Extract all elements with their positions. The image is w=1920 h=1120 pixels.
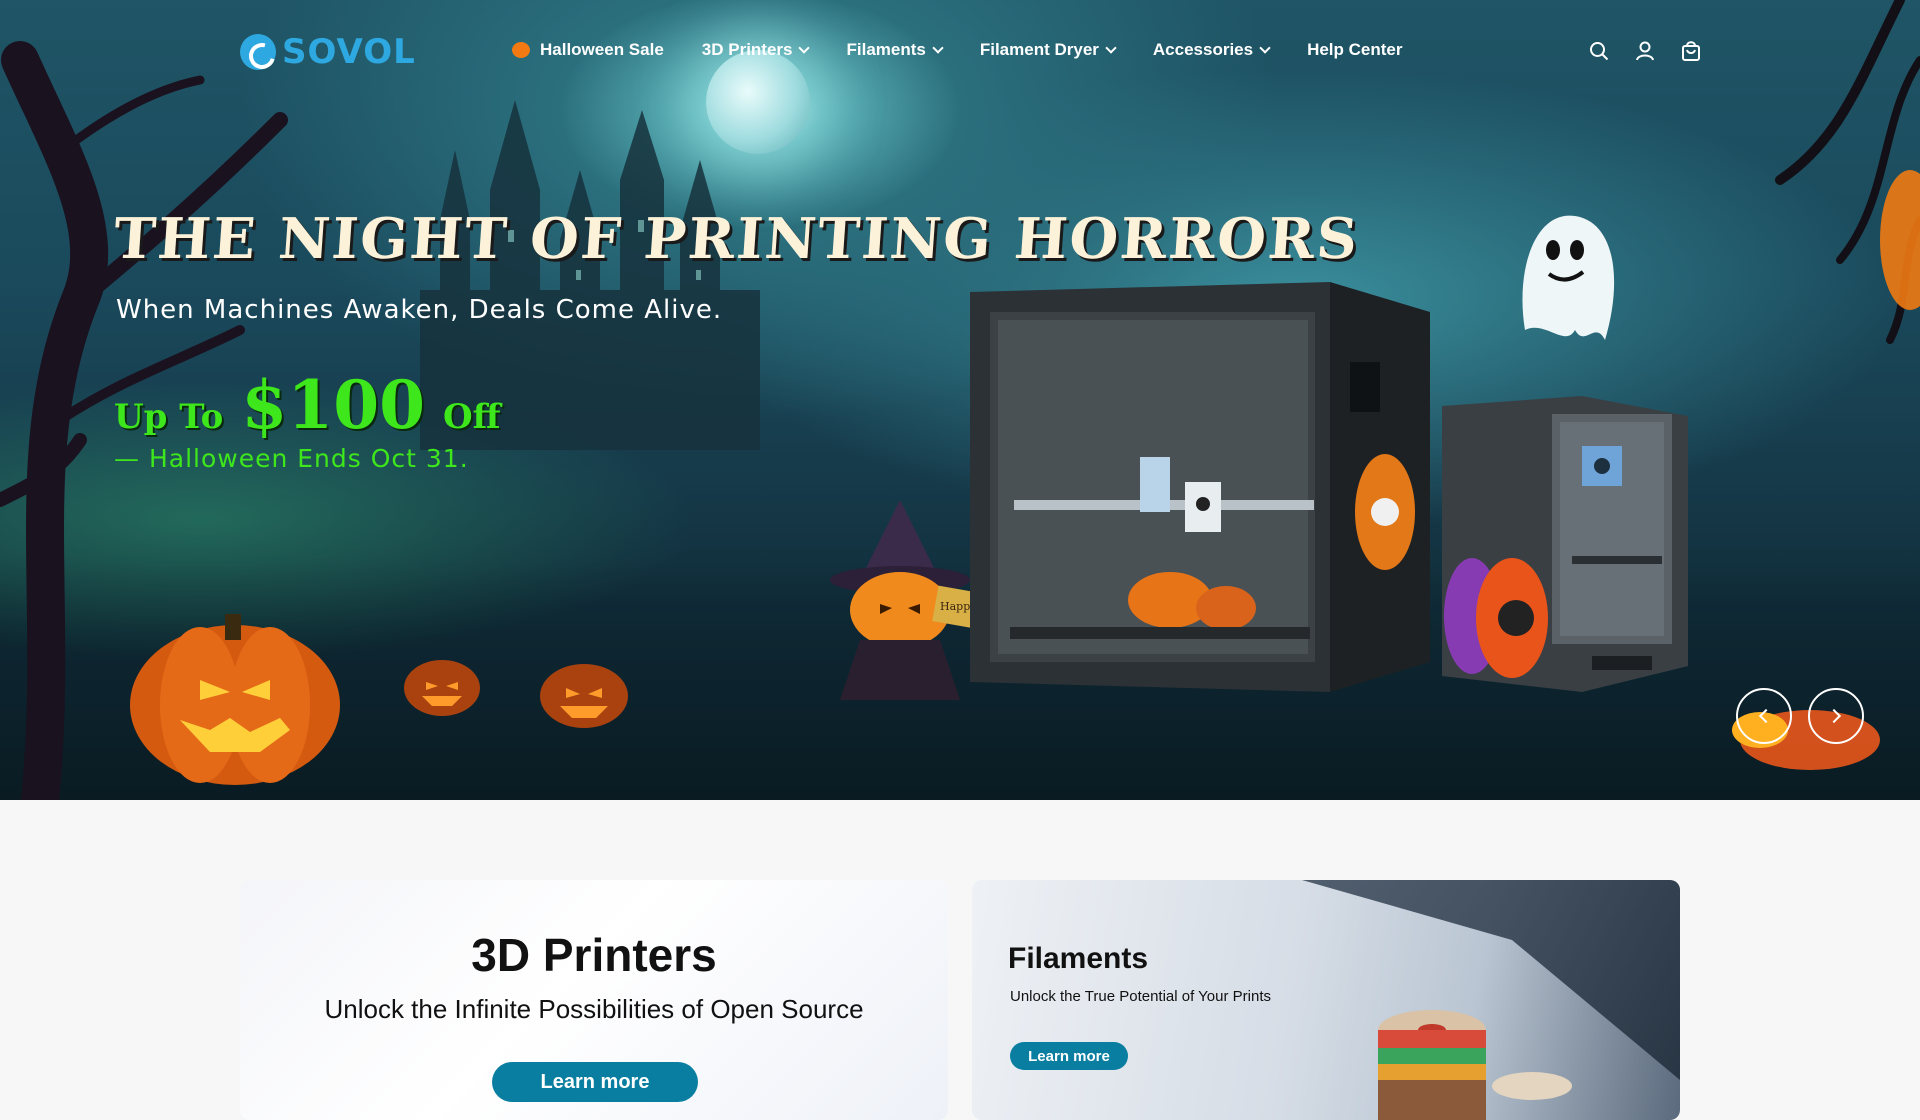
filament-spools-image xyxy=(1378,1010,1572,1120)
brand-name: SOVOL xyxy=(282,32,416,72)
pumpkin-icon xyxy=(512,42,530,58)
nav-label: 3D Printers xyxy=(701,40,793,59)
brand-logo[interactable]: SOVOL xyxy=(240,32,416,72)
promo-suffix: Off xyxy=(443,397,501,437)
promo-amount: $100 xyxy=(241,366,426,444)
category-card-3d-printers[interactable]: 3D Printers Unlock the Infinite Possibil… xyxy=(240,880,948,1120)
nav-label: Help Center xyxy=(1307,40,1403,59)
logo-mark-icon xyxy=(240,34,276,70)
chevron-down-icon xyxy=(1259,42,1271,54)
nav-label: Filaments xyxy=(846,40,926,59)
dead-tree-right xyxy=(1732,0,1920,770)
promo-prefix: Up To xyxy=(114,397,224,437)
nav-item-help-center[interactable]: Help Center xyxy=(1307,40,1402,60)
learn-more-button[interactable]: Learn more xyxy=(1010,1042,1128,1070)
category-card-filaments[interactable]: Filaments Unlock the True Potential of Y… xyxy=(972,880,1680,1120)
promo-end-date: — Halloween Ends Oct 31. xyxy=(114,444,469,473)
nav-item-3d-printers[interactable]: 3D Printers xyxy=(701,40,811,60)
learn-more-button[interactable]: Learn more xyxy=(492,1062,698,1102)
printer-image-small xyxy=(1442,396,1688,692)
jack-o-lantern-small-1 xyxy=(404,660,480,716)
hero-title: The Night of Printing Horrors xyxy=(111,206,1362,272)
printer-image-large xyxy=(970,282,1430,692)
chevron-down-icon xyxy=(1105,42,1117,54)
nav-label: Filament Dryer xyxy=(979,40,1099,59)
chevron-left-icon xyxy=(1758,708,1774,724)
jack-o-lantern-large xyxy=(130,614,340,785)
slider-prev-button[interactable] xyxy=(1736,688,1792,744)
card-subtitle: Unlock the True Potential of Your Prints xyxy=(1010,988,1271,1005)
header-icons xyxy=(1588,40,1702,62)
card-title: Filaments xyxy=(1008,942,1149,975)
slider-next-button[interactable] xyxy=(1808,688,1864,744)
cart-icon[interactable] xyxy=(1680,40,1702,62)
nav-item-accessories[interactable]: Accessories xyxy=(1152,40,1271,60)
nav-label: Halloween Sale xyxy=(540,40,664,59)
hero-subtitle: When Machines Awaken, Deals Come Alive. xyxy=(116,295,723,325)
nav-item-filaments[interactable]: Filaments xyxy=(846,40,944,60)
site-header: SOVOL Halloween Sale 3D Printers Filamen… xyxy=(0,0,1920,104)
jack-o-lantern-small-2 xyxy=(540,664,628,728)
card-subtitle: Unlock the Infinite Possibilities of Ope… xyxy=(324,994,864,1024)
nav-label: Accessories xyxy=(1152,40,1254,59)
search-icon[interactable] xyxy=(1588,40,1610,62)
nav-item-halloween-sale[interactable]: Halloween Sale xyxy=(512,40,664,60)
main-nav: Halloween Sale 3D Printers Filaments Fil… xyxy=(512,40,1403,60)
chevron-right-icon xyxy=(1826,708,1842,724)
promo-headline: Up To $100 Off xyxy=(114,366,501,444)
hero-banner[interactable]: Happy Halloween xyxy=(0,0,1920,800)
account-icon[interactable] xyxy=(1634,40,1656,62)
chevron-down-icon xyxy=(798,42,811,54)
nav-item-filament-dryer[interactable]: Filament Dryer xyxy=(979,40,1117,60)
ghost-image xyxy=(1522,215,1615,340)
chevron-down-icon xyxy=(932,42,944,54)
card-title: 3D Printers xyxy=(471,929,717,981)
